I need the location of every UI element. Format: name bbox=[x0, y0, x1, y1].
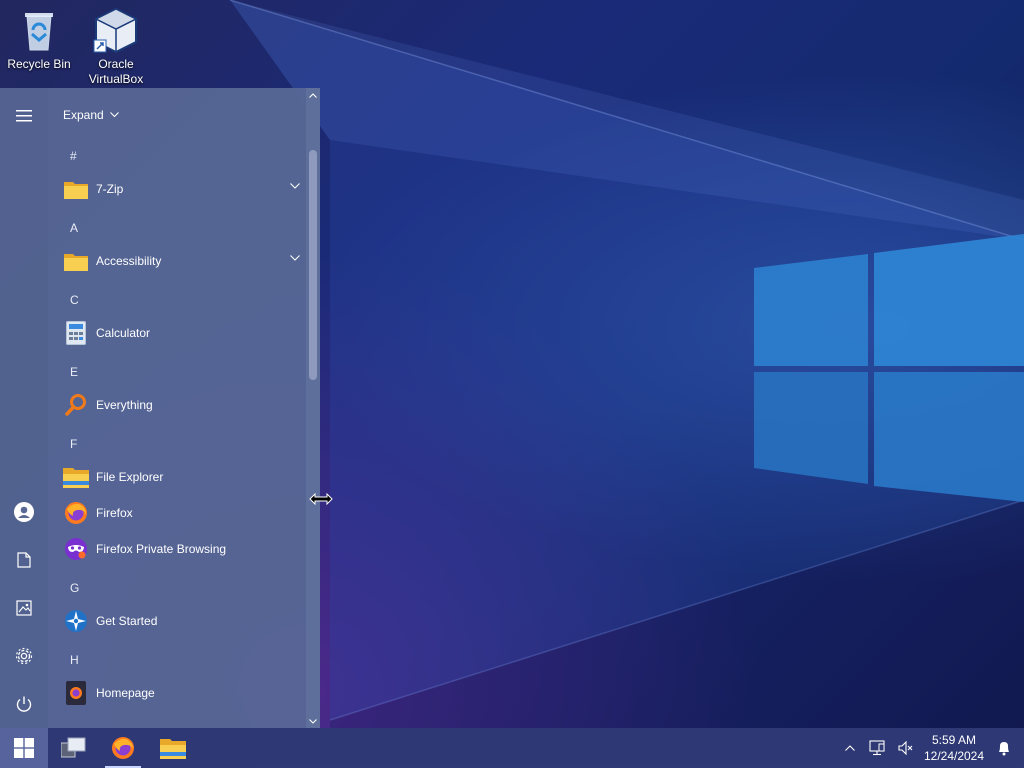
notifications-button[interactable] bbox=[992, 728, 1016, 768]
desktop-icon-label: Oracle VirtualBox bbox=[88, 57, 144, 86]
app-item-get-started[interactable]: Get Started bbox=[48, 603, 306, 639]
virtualbox-icon bbox=[93, 7, 138, 54]
user-account-button[interactable] bbox=[0, 488, 48, 536]
app-list-scrollbar[interactable] bbox=[306, 88, 320, 728]
firefox-taskbar-button[interactable] bbox=[99, 728, 147, 768]
desktop-icon-oracle-virtualbox[interactable]: Oracle VirtualBox bbox=[78, 6, 154, 87]
chevron-down-icon[interactable] bbox=[290, 255, 300, 261]
folder-icon bbox=[58, 171, 94, 207]
network-icon bbox=[869, 740, 885, 756]
app-list: Expand # 7-Zip A Accessibility C Calcula… bbox=[48, 88, 306, 728]
menu-icon bbox=[16, 110, 32, 122]
user-icon bbox=[14, 502, 34, 522]
gear-icon bbox=[15, 647, 33, 665]
taskbar: 5:59 AM 12/24/2024 bbox=[0, 728, 1024, 768]
power-icon bbox=[16, 696, 32, 712]
app-item-label: Calculator bbox=[96, 326, 151, 340]
start-menu-rail bbox=[0, 88, 48, 728]
settings-button[interactable] bbox=[0, 632, 48, 680]
document-icon bbox=[17, 552, 31, 568]
bell-icon bbox=[999, 742, 1009, 756]
app-item-firefox[interactable]: Firefox bbox=[48, 495, 306, 531]
group-header-a[interactable]: A bbox=[70, 221, 78, 235]
get-started-icon bbox=[58, 603, 94, 639]
app-item-homepage[interactable]: Homepage bbox=[48, 675, 306, 711]
app-item-everything[interactable]: Everything bbox=[48, 387, 306, 423]
documents-button[interactable] bbox=[0, 536, 48, 584]
resize-cursor-icon bbox=[309, 493, 333, 505]
app-item-label: Get Started bbox=[96, 614, 158, 628]
clock[interactable]: 5:59 AM 12/24/2024 bbox=[918, 732, 990, 764]
file-explorer-icon bbox=[160, 739, 186, 759]
app-item-label: Firefox bbox=[96, 506, 133, 520]
app-item-label: File Explorer bbox=[96, 470, 164, 484]
desktop-icon-label: Recycle Bin bbox=[7, 57, 71, 71]
magnifier-icon bbox=[58, 387, 94, 423]
group-header-e[interactable]: E bbox=[70, 365, 78, 379]
group-header-c[interactable]: C bbox=[70, 293, 79, 307]
firefox-private-icon bbox=[58, 531, 94, 567]
app-item-accessibility[interactable]: Accessibility bbox=[48, 243, 306, 279]
app-item-label: Firefox Private Browsing bbox=[96, 542, 227, 556]
app-item-calculator[interactable]: Calculator bbox=[48, 315, 306, 351]
app-item-label: Everything bbox=[96, 398, 153, 412]
homepage-icon bbox=[58, 675, 94, 711]
windows-logo-icon bbox=[14, 738, 34, 758]
file-explorer-icon bbox=[58, 459, 94, 495]
group-header-f[interactable]: F bbox=[70, 437, 77, 451]
app-item-label: 7-Zip bbox=[96, 182, 124, 196]
show-hidden-icons-button[interactable] bbox=[840, 728, 860, 768]
firefox-icon bbox=[58, 495, 94, 531]
hamburger-menu-button[interactable] bbox=[0, 92, 48, 140]
network-button[interactable] bbox=[864, 728, 890, 768]
chevron-down-icon[interactable] bbox=[290, 183, 300, 189]
calculator-icon bbox=[58, 315, 94, 351]
folder-icon bbox=[58, 243, 94, 279]
scroll-up-arrow-icon[interactable] bbox=[308, 91, 318, 101]
power-button[interactable] bbox=[0, 680, 48, 728]
app-item-firefox-private-browsing[interactable]: Firefox Private Browsing bbox=[48, 531, 306, 567]
clock-date: 12/24/2024 bbox=[923, 749, 985, 763]
start-button[interactable] bbox=[0, 728, 48, 768]
task-view-icon bbox=[61, 737, 86, 758]
app-item-file-explorer[interactable]: File Explorer bbox=[48, 459, 306, 495]
picture-icon bbox=[16, 600, 32, 616]
app-item-7-zip[interactable]: 7-Zip bbox=[48, 171, 306, 207]
group-header-hash[interactable]: # bbox=[70, 149, 77, 163]
pictures-button[interactable] bbox=[0, 584, 48, 632]
volume-muted-icon bbox=[898, 741, 913, 755]
group-header-h[interactable]: H bbox=[70, 653, 79, 667]
firefox-icon bbox=[112, 737, 134, 759]
expand-button[interactable]: Expand bbox=[63, 108, 119, 122]
volume-button[interactable] bbox=[894, 728, 918, 768]
chevron-down-icon bbox=[109, 112, 119, 118]
task-view-button[interactable] bbox=[50, 728, 98, 768]
start-menu: Expand # 7-Zip A Accessibility C Calcula… bbox=[0, 88, 320, 728]
app-item-label: Accessibility bbox=[96, 254, 162, 268]
recycle-bin-icon bbox=[25, 13, 53, 51]
scroll-down-arrow-icon[interactable] bbox=[308, 716, 318, 726]
clock-time: 5:59 AM bbox=[931, 733, 977, 747]
group-header-g[interactable]: G bbox=[70, 581, 79, 595]
scroll-thumb[interactable] bbox=[309, 150, 317, 380]
file-explorer-taskbar-button[interactable] bbox=[149, 728, 197, 768]
expand-label: Expand bbox=[63, 108, 104, 122]
chevron-up-icon bbox=[845, 745, 855, 751]
desktop-icon-recycle-bin[interactable]: Recycle Bin bbox=[1, 6, 77, 72]
app-item-label: Homepage bbox=[96, 686, 155, 700]
